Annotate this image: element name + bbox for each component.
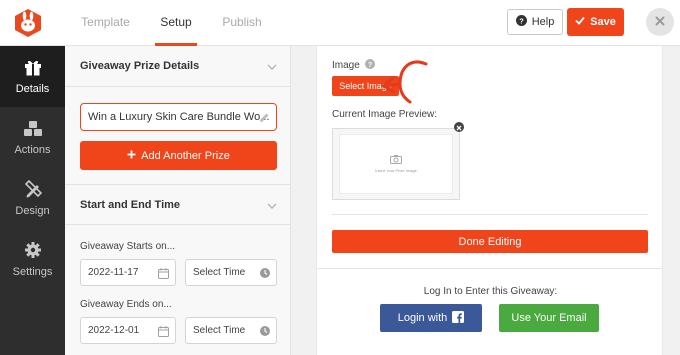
giveaway-preview: Image ? Select Image Current Image Previ…: [316, 46, 663, 355]
plus-icon: [127, 150, 136, 162]
image-preview: Insert Your Prize Image: [332, 128, 460, 200]
save-label: Save: [590, 16, 616, 28]
add-prize-label: Add Another Prize: [141, 149, 230, 162]
facebook-login-label: Login with: [397, 312, 448, 324]
image-placeholder: Insert Your Prize Image: [339, 134, 453, 194]
camera-icon: [390, 155, 402, 165]
login-prompt: Log In to Enter this Giveaway:: [423, 286, 558, 297]
sidebar-item-design[interactable]: Design: [0, 168, 65, 229]
sidebar-nav: Details Actions Design Settings: [0, 46, 65, 355]
sidebar-item-label: Settings: [12, 266, 53, 278]
facebook-login-button[interactable]: Login with: [380, 304, 482, 332]
gear-icon: [24, 241, 42, 262]
image-field-label: Image ?: [332, 59, 375, 72]
tab-template[interactable]: Template: [78, 0, 133, 46]
start-time-field[interactable]: Select Time: [185, 259, 277, 286]
remove-image-button[interactable]: [454, 122, 464, 132]
facebook-icon: [452, 310, 465, 326]
svg-text:?: ?: [368, 62, 372, 69]
gift-icon: [24, 59, 42, 79]
rafflepress-logo-icon[interactable]: [13, 8, 43, 38]
image-label-text: Image: [332, 60, 360, 71]
tab-setup[interactable]: Setup: [155, 0, 197, 46]
use-email-button[interactable]: Use Your Email: [499, 304, 599, 332]
sidebar-item-settings[interactable]: Settings: [0, 229, 65, 290]
chevron-down-icon: [267, 61, 277, 73]
start-date-field[interactable]: 2022-11-17: [80, 259, 176, 286]
divider: [332, 214, 648, 215]
section-title: Giveaway Prize Details: [80, 60, 200, 72]
sidebar-item-label: Design: [15, 205, 50, 217]
done-editing-button[interactable]: Done Editing: [332, 230, 648, 253]
help-icon[interactable]: ?: [364, 59, 375, 72]
close-button[interactable]: [646, 8, 674, 36]
prize-name-value: Win a Luxury Skin Care Bundle Wo...: [88, 111, 270, 123]
placeholder-text: Insert Your Prize Image: [375, 168, 417, 173]
end-time-placeholder: Select Time: [193, 325, 246, 336]
sidebar-item-actions[interactable]: Actions: [0, 107, 65, 168]
help-label: Help: [531, 16, 555, 28]
start-time-placeholder: Select Time: [193, 267, 246, 278]
calendar-icon: [158, 268, 169, 282]
clock-icon: [260, 326, 270, 339]
end-date-field[interactable]: 2022-12-01: [80, 317, 176, 344]
calendar-icon: [158, 326, 169, 340]
save-button[interactable]: Save: [567, 8, 624, 36]
add-another-prize-button[interactable]: Add Another Prize: [80, 141, 277, 170]
help-button[interactable]: ? Help: [507, 9, 563, 35]
svg-text:?: ?: [519, 16, 524, 25]
end-date-value: 2022-12-01: [88, 325, 140, 336]
check-icon: [575, 16, 585, 28]
close-icon: [655, 13, 665, 31]
divider: [317, 268, 662, 269]
tab-publish[interactable]: Publish: [218, 0, 266, 46]
pencil-icon[interactable]: [259, 112, 270, 126]
end-time-field[interactable]: Select Time: [185, 317, 277, 344]
sidebar-item-label: Actions: [14, 143, 51, 156]
prize-section-header[interactable]: Giveaway Prize Details: [65, 46, 290, 87]
sidebar-item-label: Details: [15, 82, 50, 95]
cubes-icon: [23, 120, 43, 140]
section-title: Start and End Time: [80, 198, 181, 211]
top-bar: Template Setup Publish ? Help Save: [0, 0, 680, 46]
clock-icon: [260, 268, 270, 281]
close-icon: [456, 118, 462, 136]
time-section-header[interactable]: Start and End Time: [65, 184, 290, 225]
prize-name-field[interactable]: Win a Luxury Skin Care Bundle Wo...: [80, 103, 277, 131]
sidebar-item-details[interactable]: Details: [0, 46, 65, 107]
chevron-down-icon: [267, 200, 277, 212]
starts-on-label: Giveaway Starts on...: [80, 241, 176, 252]
start-date-value: 2022-11-17: [88, 267, 139, 278]
settings-panel: Giveaway Prize Details Win a Luxury Skin…: [65, 46, 291, 355]
pencil-ruler-icon: [24, 179, 42, 201]
annotation-arrow-icon: [381, 60, 428, 104]
help-icon: ?: [515, 15, 527, 29]
ends-on-label: Giveaway Ends on...: [80, 299, 172, 310]
image-preview-label: Current Image Preview:: [332, 109, 438, 120]
